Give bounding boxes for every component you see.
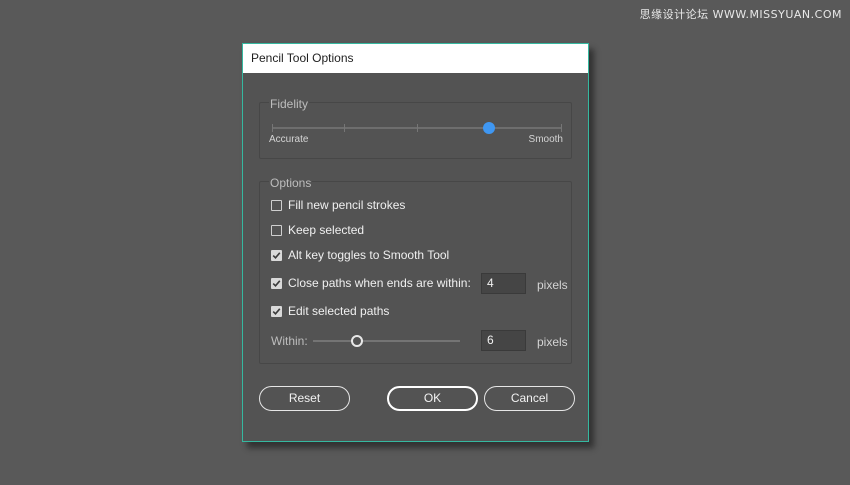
dialog-title: Pencil Tool Options xyxy=(243,44,588,73)
close-paths-option[interactable]: Close paths when ends are within: xyxy=(271,275,471,291)
within-label: Within: xyxy=(271,334,308,348)
alt-key-toggles-label: Alt key toggles to Smooth Tool xyxy=(288,248,450,262)
reset-button[interactable]: Reset xyxy=(259,386,350,411)
keep-selected-label: Keep selected xyxy=(288,223,365,237)
fill-new-pencil-strokes-option[interactable]: Fill new pencil strokes xyxy=(271,197,405,213)
fidelity-slider-thumb[interactable] xyxy=(482,122,495,134)
fill-new-pencil-strokes-checkbox[interactable] xyxy=(271,199,282,211)
watermark-text: 思缘设计论坛 WWW.MISSYUAN.COM xyxy=(639,8,842,21)
fidelity-min-label: Accurate xyxy=(269,134,309,145)
options-group-title: Options xyxy=(269,176,313,190)
cancel-button[interactable]: Cancel xyxy=(484,386,575,411)
options-group: Options Fill new pencil strokes Keep sel… xyxy=(259,176,572,364)
close-paths-unit: pixels xyxy=(537,278,568,292)
alt-key-toggles-checkbox[interactable] xyxy=(271,249,282,261)
pencil-tool-options-dialog: Pencil Tool Options Fidelity Accurate Sm… xyxy=(242,43,589,442)
ok-button[interactable]: OK xyxy=(387,386,478,411)
edit-selected-paths-option[interactable]: Edit selected paths xyxy=(271,303,389,319)
within-slider-track[interactable] xyxy=(313,335,460,347)
keep-selected-option[interactable]: Keep selected xyxy=(271,222,364,238)
within-unit: pixels xyxy=(537,335,568,349)
fidelity-group-title: Fidelity xyxy=(269,97,310,111)
close-paths-checkbox[interactable] xyxy=(271,277,282,289)
fidelity-max-label: Smooth xyxy=(528,134,563,145)
close-paths-label: Close paths when ends are within: xyxy=(288,276,471,290)
within-pixels-input[interactable]: 6 xyxy=(481,330,526,351)
keep-selected-checkbox[interactable] xyxy=(271,224,282,236)
close-paths-pixels-input[interactable]: 4 xyxy=(481,273,526,294)
fidelity-tick xyxy=(561,124,562,132)
fidelity-tick xyxy=(416,124,418,132)
fill-new-pencil-strokes-label: Fill new pencil strokes xyxy=(288,198,406,212)
fidelity-tick xyxy=(344,124,346,132)
fidelity-group: Fidelity Accurate Smooth xyxy=(259,97,572,159)
edit-selected-paths-checkbox[interactable] xyxy=(271,305,282,317)
fidelity-slider-track[interactable] xyxy=(272,122,562,134)
alt-key-toggles-option[interactable]: Alt key toggles to Smooth Tool xyxy=(271,247,449,263)
fidelity-tick xyxy=(272,124,273,132)
edit-selected-paths-label: Edit selected paths xyxy=(288,304,390,318)
within-slider-thumb[interactable] xyxy=(351,335,364,347)
